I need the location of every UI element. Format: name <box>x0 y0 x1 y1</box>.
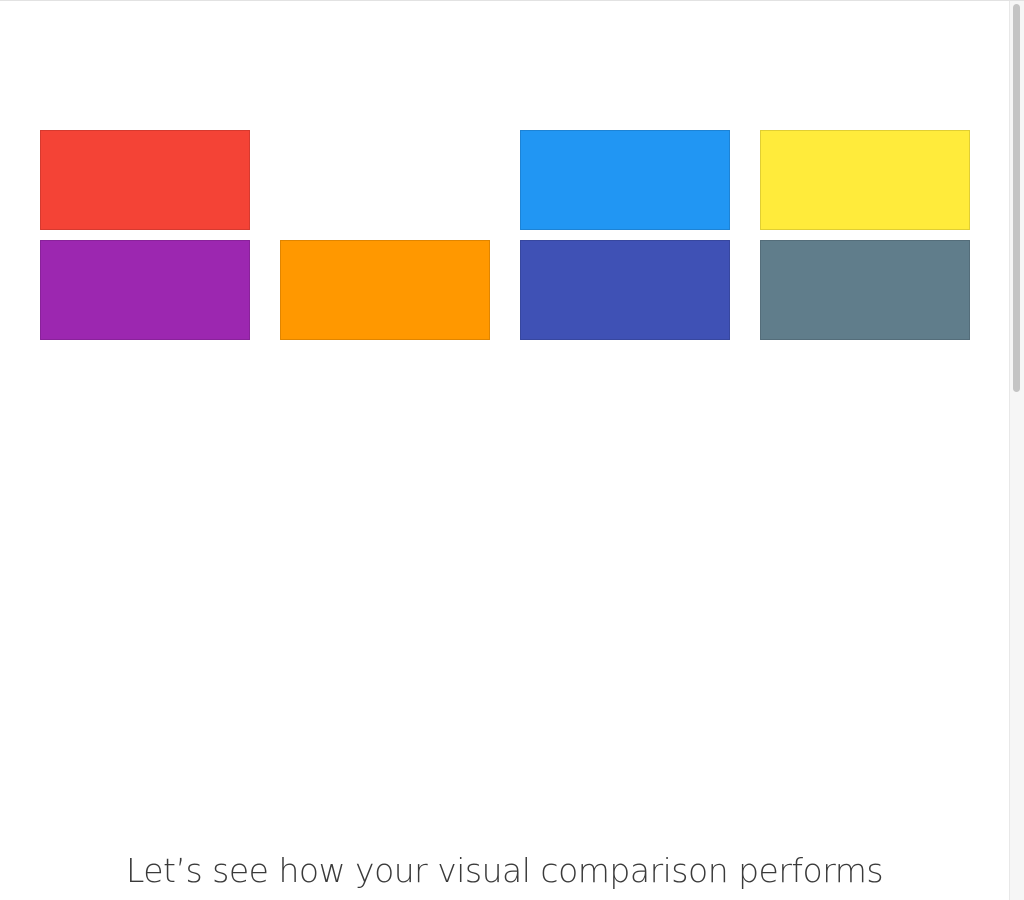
orange-swatch <box>280 240 490 340</box>
scrollbar-thumb[interactable] <box>1013 4 1020 392</box>
indigo-swatch <box>520 240 730 340</box>
blue-swatch <box>520 130 730 230</box>
page-viewport: Let’s see how your visual comparison per… <box>0 1 1009 900</box>
purple-swatch <box>40 240 250 340</box>
page-tagline: Let’s see how your visual comparison per… <box>125 851 884 890</box>
red-swatch <box>40 130 250 230</box>
blue-grey-swatch <box>760 240 970 340</box>
yellow-swatch <box>760 130 970 230</box>
